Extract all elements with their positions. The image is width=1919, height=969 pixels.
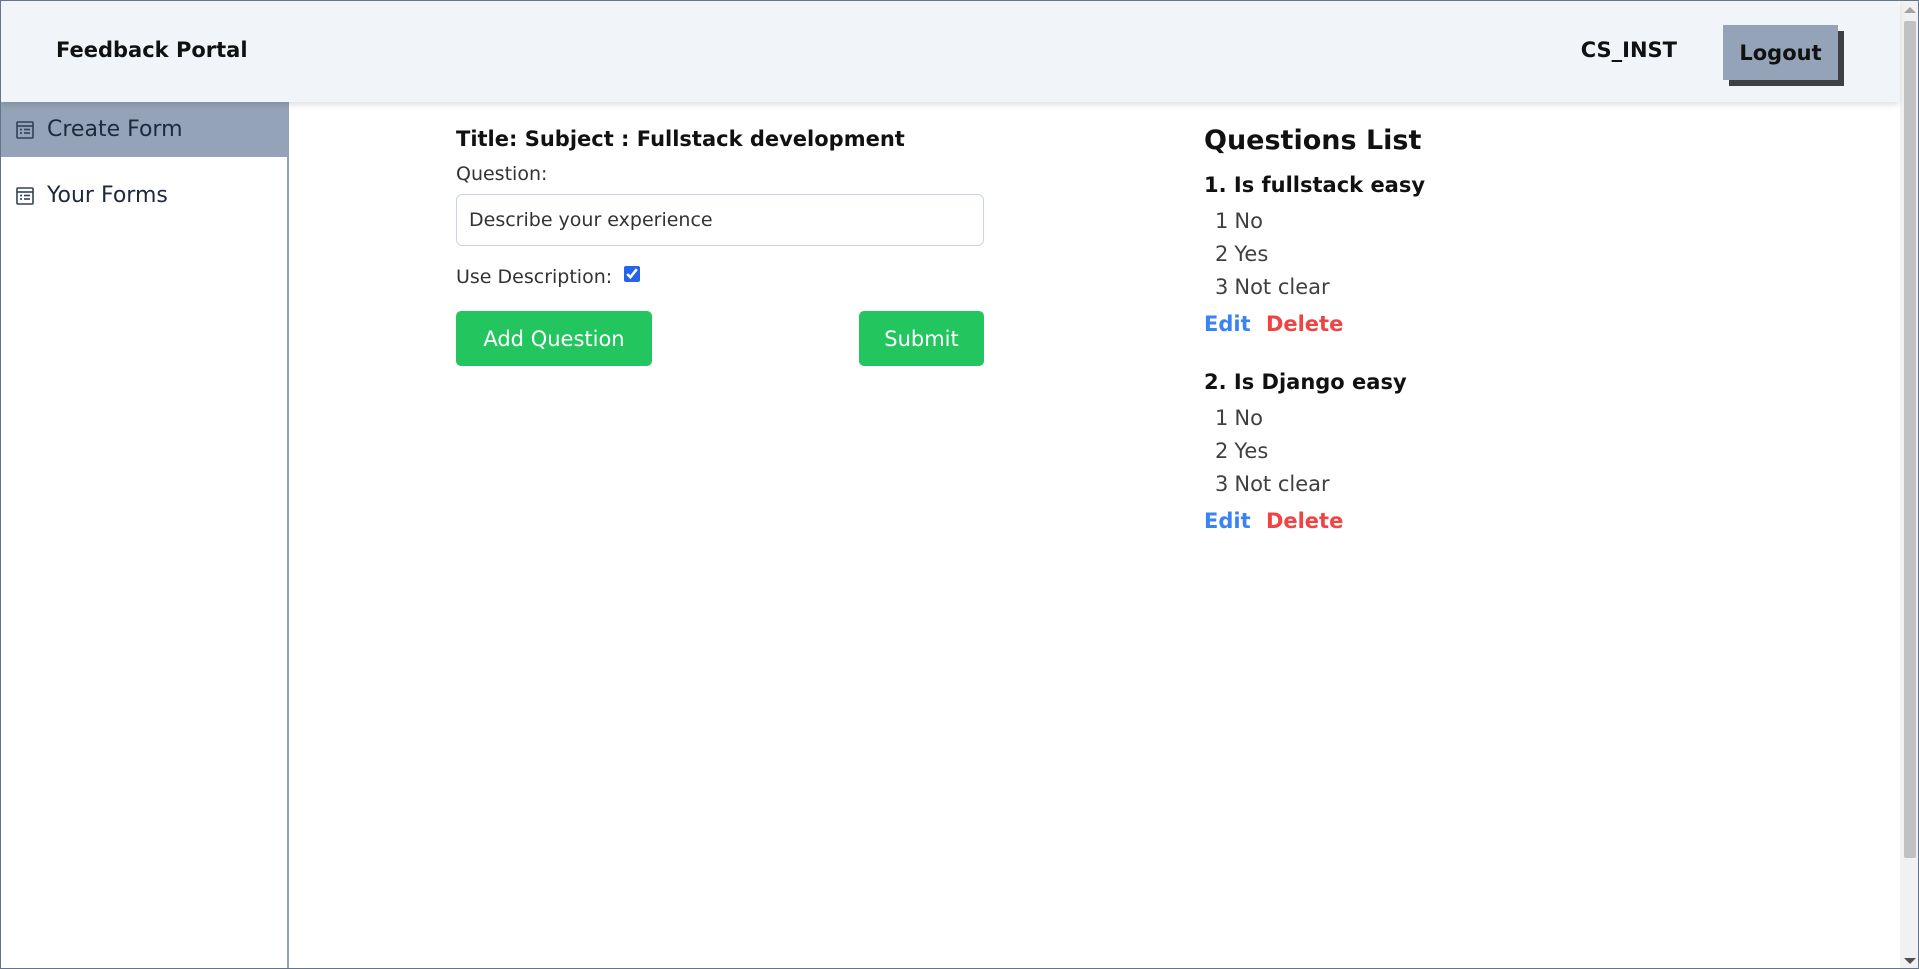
logout-button[interactable]: Logout: [1723, 25, 1838, 80]
scrollbar-thumb[interactable]: [1904, 21, 1916, 858]
option-text: No: [1234, 209, 1263, 233]
scroll-up-icon[interactable]: [1904, 7, 1916, 13]
use-description-label: Use Description:: [456, 266, 613, 288]
option-number: 1: [1215, 406, 1229, 430]
add-question-button[interactable]: Add Question: [456, 311, 652, 366]
vertical-scrollbar[interactable]: [1900, 1, 1918, 968]
delete-question-link[interactable]: Delete: [1266, 509, 1343, 533]
app-title: Feedback Portal: [56, 38, 248, 62]
username: CS_INST: [1580, 38, 1677, 62]
option-text: Yes: [1234, 439, 1269, 463]
question-label: Question:: [456, 163, 548, 185]
questions-heading: Questions List: [1204, 125, 1422, 156]
option-item: 2 Yes: [1204, 238, 1624, 271]
question-item: 1. Is fullstack easy 1 No 2 Yes 3 Not clear…: [1204, 173, 1624, 336]
page: Feedback Portal CS_INST Logout Create Fo…: [0, 0, 1919, 969]
form-icon: [15, 120, 35, 140]
form-icon: [15, 186, 35, 206]
sidebar-item-label: Create Form: [47, 117, 183, 142]
questions-list: Questions List 1. Is fullstack easy 1 No …: [1204, 125, 1624, 533]
question-item: 2. Is Django easy 1 No 2 Yes 3 Not clear Ed…: [1204, 370, 1624, 533]
sidebar-item-label: Your Forms: [47, 183, 168, 208]
question-actions: Edit Delete: [1204, 509, 1624, 533]
scroll-down-icon[interactable]: [1904, 958, 1916, 964]
submit-button[interactable]: Submit: [859, 311, 984, 366]
question-actions: Edit Delete: [1204, 312, 1624, 336]
sidebar-item-your-forms[interactable]: Your Forms: [1, 168, 287, 223]
option-text: No: [1234, 406, 1263, 430]
create-form-panel: Title: Subject : Fullstack development Q…: [456, 127, 986, 366]
option-item: 1 No: [1204, 205, 1624, 238]
sidebar: Create Form Your Forms: [1, 102, 289, 968]
option-number: 3: [1215, 275, 1229, 299]
option-text: Yes: [1234, 242, 1269, 266]
top-header: Feedback Portal CS_INST Logout: [1, 1, 1899, 102]
option-number: 2: [1215, 439, 1229, 463]
option-text: Not clear: [1234, 472, 1330, 496]
form-button-row: Add Question Submit: [456, 311, 986, 366]
option-item: 1 No: [1204, 402, 1624, 435]
option-item: 3 Not clear: [1204, 271, 1624, 304]
option-item: 3 Not clear: [1204, 468, 1624, 501]
option-number: 3: [1215, 472, 1229, 496]
option-item: 2 Yes: [1204, 435, 1624, 468]
use-description-checkbox[interactable]: [624, 266, 641, 282]
question-title: 2. Is Django easy: [1204, 370, 1407, 394]
option-number: 2: [1215, 242, 1229, 266]
question-title: 1. Is fullstack easy: [1204, 173, 1426, 197]
delete-question-link[interactable]: Delete: [1266, 312, 1343, 336]
option-text: Not clear: [1234, 275, 1330, 299]
question-input[interactable]: [456, 194, 984, 246]
edit-question-link[interactable]: Edit: [1204, 509, 1251, 533]
use-description-row: Use Description:: [456, 266, 986, 288]
sidebar-item-create-form[interactable]: Create Form: [1, 102, 287, 157]
form-title: Title: Subject : Fullstack development: [456, 127, 905, 151]
edit-question-link[interactable]: Edit: [1204, 312, 1251, 336]
option-number: 1: [1215, 209, 1229, 233]
